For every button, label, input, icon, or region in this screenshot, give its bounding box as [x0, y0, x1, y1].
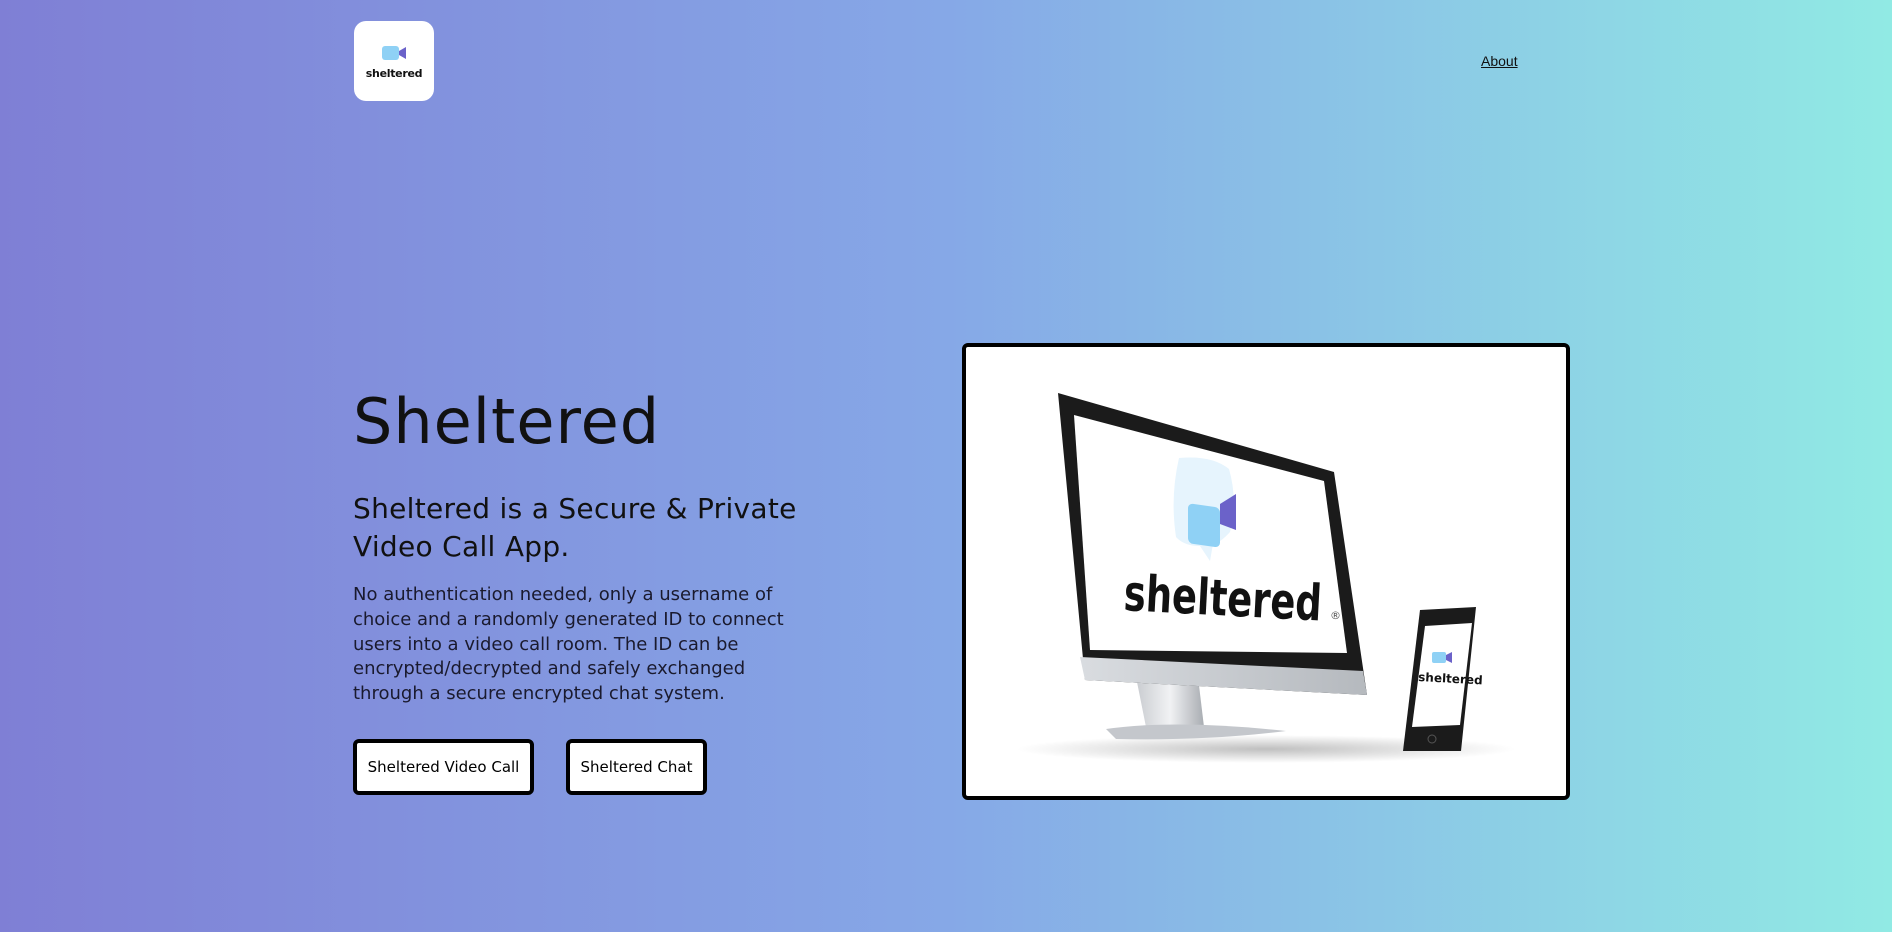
hero-subtitle: Sheltered is a Secure & Private Video Ca…: [353, 492, 797, 563]
devices-illustration: sheltered ® sheltered: [1016, 393, 1516, 763]
hero-description: No authentication needed, only a usernam…: [353, 584, 784, 705]
screen-brand-text: sheltered: [1123, 564, 1324, 632]
chat-button[interactable]: Sheltered Chat: [566, 739, 707, 795]
registered-mark: ®: [1330, 609, 1341, 622]
video-camera-icon: [382, 45, 406, 60]
logo-text: sheltered: [365, 66, 423, 80]
product-showcase-image: sheltered ® sheltered: [962, 343, 1570, 800]
phone-device: sheltered: [1403, 607, 1483, 751]
site-logo[interactable]: sheltered: [354, 21, 434, 101]
page-title: Sheltered: [353, 385, 661, 458]
about-link[interactable]: About: [1481, 53, 1518, 69]
video-call-button[interactable]: Sheltered Video Call: [353, 739, 534, 795]
